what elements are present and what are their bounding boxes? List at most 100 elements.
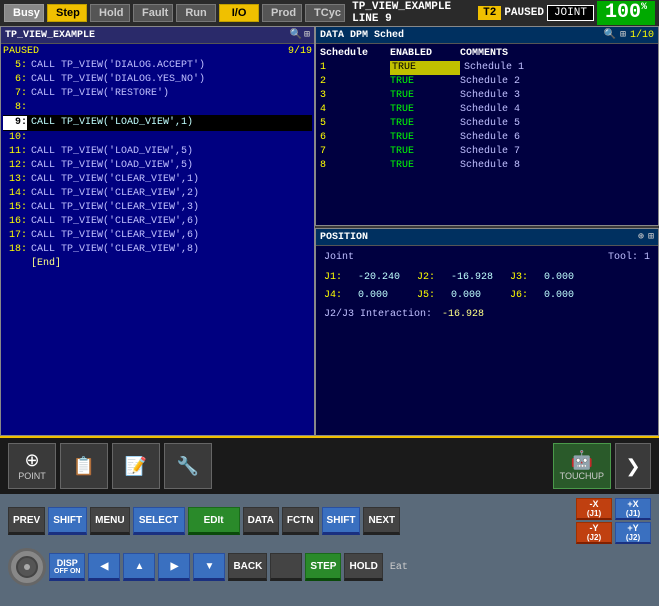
chevron-right-button[interactable]: ❯ (615, 443, 651, 489)
j3-val: 0.000 (544, 269, 599, 287)
code-line-5: 5:CALL TP_VIEW('DIALOG.ACCEPT') (3, 59, 312, 73)
data-search-icon[interactable]: 🔍 (604, 29, 616, 41)
pos-tool-display: Tool: 1 (608, 252, 650, 263)
next-button[interactable]: NEXT (363, 507, 400, 535)
line-num-5: 5: (3, 59, 27, 73)
data-row-5: 5 TRUE Schedule 5 (320, 117, 654, 131)
arrow-left-button[interactable]: ◀ (88, 553, 120, 581)
enabled-val-5: TRUE (390, 117, 460, 131)
line-num-18: 18: (3, 243, 27, 257)
data-pagination: 1/10 (630, 30, 654, 41)
xj1-plus-button[interactable]: +X(J1) (615, 498, 651, 520)
t2-badge: T2 (478, 6, 501, 20)
toolbar-btn-4[interactable]: 🔧 (164, 443, 212, 489)
line-num-end (3, 257, 27, 271)
dial-knob[interactable] (8, 548, 46, 586)
line-num-8: 8: (3, 101, 27, 115)
code-line-11: 11:CALL TP_VIEW('LOAD_VIEW',5) (3, 145, 312, 159)
sched-num-8: 8 (320, 159, 390, 173)
yj2-minus-button[interactable]: -Y(J2) (576, 522, 612, 544)
toolbar-btn-3[interactable]: 📝 (112, 443, 160, 489)
line-content-16: CALL TP_VIEW('CLEAR_VIEW',6) (31, 215, 199, 229)
edit-button[interactable]: EDIt (188, 507, 240, 535)
arrow-right-button[interactable]: ▶ (158, 553, 190, 581)
disp-sub: OFF ON (54, 568, 80, 575)
toolbar-icon-2: 📋 (73, 457, 95, 475)
data-button[interactable]: DATA (243, 507, 279, 535)
xj1-plus-key-group: +X(J1) +Y(J2) (615, 498, 651, 544)
code-line-9[interactable]: 9: CALL TP_VIEW('LOAD_VIEW',1) (3, 115, 312, 131)
xj1-key-group: -X(J1) -Y(J2) (576, 498, 612, 544)
sched-num-2: 2 (320, 75, 390, 89)
sched-num-4: 4 (320, 103, 390, 117)
disp-button[interactable]: DISP OFF ON (49, 553, 85, 581)
main-area: TP_VIEW_EXAMPLE 🔍 ⊞ PAUSED 9/19 5:CALL T… (0, 26, 659, 436)
j5-val: 0.000 (451, 287, 506, 305)
yj2-plus-button[interactable]: +Y(J2) (615, 522, 651, 544)
fctn-button[interactable]: FCTN (282, 507, 319, 535)
io-button[interactable]: I/O (219, 4, 259, 22)
point-icon: ⊕ (24, 451, 39, 469)
pos-joint-label: Joint (324, 252, 354, 263)
line-num-13: 13: (3, 173, 27, 187)
fault-button[interactable]: Fault (133, 4, 173, 22)
line-num-9: 9: (3, 116, 27, 130)
sched-num-7: 7 (320, 145, 390, 159)
toolbar-btn-2[interactable]: 📋 (60, 443, 108, 489)
toolbar-icon-3: 📝 (125, 457, 147, 475)
xj1-minus-button[interactable]: -X(J1) (576, 498, 612, 520)
dial-dot (24, 564, 30, 570)
step-key-button[interactable]: STEP (305, 553, 341, 581)
line-content-12: CALL TP_VIEW('LOAD_VIEW',5) (31, 159, 193, 173)
code-line-16: 16:CALL TP_VIEW('CLEAR_VIEW',6) (3, 215, 312, 229)
prev-button[interactable]: PREV (8, 507, 45, 535)
data-panel-title: DATA DPM Sched (320, 30, 404, 41)
line-content-9: CALL TP_VIEW('LOAD_VIEW',1) (31, 116, 193, 130)
placeholder-key1[interactable] (270, 553, 302, 581)
hold-button[interactable]: Hold (90, 4, 130, 22)
hold-key-button[interactable]: HOLD (344, 553, 382, 581)
dial-inner (16, 556, 38, 578)
line-content-11: CALL TP_VIEW('LOAD_VIEW',5) (31, 145, 193, 159)
shift1-button[interactable]: SHIFT (48, 507, 87, 535)
position-panel: POSITION ⊕ ⊞ Joint Tool: 1 J1: -20.240 (315, 228, 659, 436)
enabled-val-7: TRUE (390, 145, 460, 159)
line-num-12: 12: (3, 159, 27, 173)
step-button[interactable]: Step (47, 4, 87, 22)
point-button[interactable]: ⊕ POINT (8, 443, 56, 489)
j6-val: 0.000 (544, 287, 599, 305)
run-button[interactable]: Run (176, 4, 216, 22)
busy-button[interactable]: Busy (4, 4, 44, 22)
arrow-up-button[interactable]: ▲ (123, 553, 155, 581)
shift2-button[interactable]: SHIFT (322, 507, 361, 535)
arrow-down-button[interactable]: ▼ (193, 553, 225, 581)
expand-icon[interactable]: ⊞ (304, 29, 310, 41)
sched-num-1: 1 (320, 61, 390, 75)
data-expand-icon[interactable]: ⊞ (620, 29, 626, 41)
prod-button[interactable]: Prod (262, 4, 302, 22)
select-button[interactable]: SELECT (133, 507, 185, 535)
disp-label: DISP (57, 558, 78, 568)
left-panel: TP_VIEW_EXAMPLE 🔍 ⊞ PAUSED 9/19 5:CALL T… (0, 26, 315, 436)
code-line-10: 10: (3, 131, 312, 145)
line-num-6: 6: (3, 73, 27, 87)
sched-num-5: 5 (320, 117, 390, 131)
pos-tool-val: 1 (644, 252, 650, 263)
xj1-plus-label: +X(J1) (626, 500, 640, 518)
back-button[interactable]: BACK (228, 553, 267, 581)
sched-num-3: 3 (320, 89, 390, 103)
menu-button[interactable]: MENU (90, 507, 129, 535)
code-line-12: 12: CALL TP_VIEW('LOAD_VIEW',5) (3, 159, 312, 173)
pos-expand-icon[interactable]: ⊞ (648, 231, 654, 243)
pos-icon1[interactable]: ⊕ (638, 231, 644, 243)
line-num-15: 15: (3, 201, 27, 215)
code-line-13: 13:CALL TP_VIEW('CLEAR_VIEW',1) (3, 173, 312, 187)
data-panel-titlebar: DATA DPM Sched 🔍 ⊞ 1/10 (316, 27, 658, 44)
comments-val-4: Schedule 4 (460, 103, 560, 117)
code-pagination: 9/19 (288, 46, 312, 59)
enabled-val-4: TRUE (390, 103, 460, 117)
tcyc-button[interactable]: TCyc (305, 4, 345, 22)
tp-title: TP_VIEW_EXAMPLE LINE 9 (348, 1, 475, 25)
search-icon[interactable]: 🔍 (290, 29, 302, 41)
touchup-button[interactable]: 🤖 TOUCHUP (553, 443, 611, 489)
